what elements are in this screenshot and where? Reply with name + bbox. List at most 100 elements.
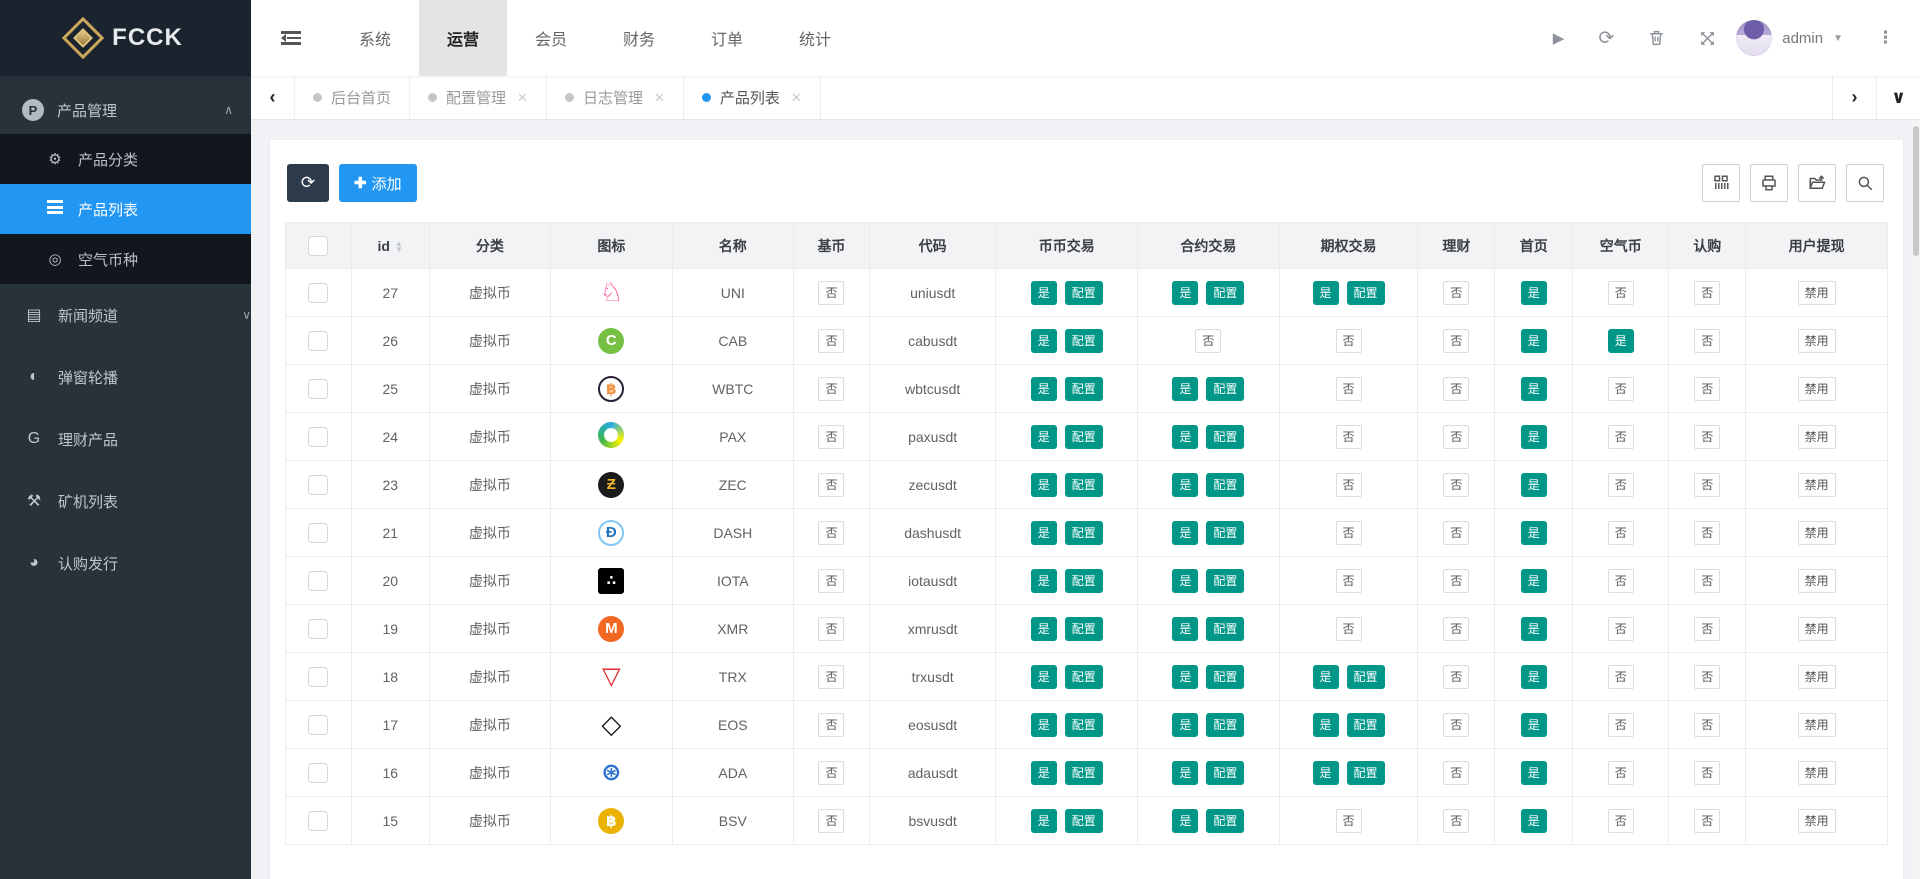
badge-config[interactable]: 配置 [1347,665,1385,689]
badge-no[interactable]: 否 [1608,617,1634,641]
badge-no[interactable]: 否 [1694,617,1720,641]
badge-no[interactable]: 否 [1608,377,1634,401]
badge-no[interactable]: 否 [1608,809,1634,833]
refresh-table-button[interactable]: ⟳ [287,164,329,202]
badge-yes[interactable]: 是 [1521,569,1547,593]
badge-yes[interactable]: 是 [1031,521,1057,545]
badge-no[interactable]: 否 [1336,521,1362,545]
badge-disabled[interactable]: 禁用 [1798,761,1836,785]
badge-yes[interactable]: 是 [1172,713,1198,737]
badge-yes[interactable]: 是 [1031,713,1057,737]
play-icon[interactable]: ▶ [1553,29,1565,47]
open-tab-后台首页[interactable]: 后台首页 [295,76,410,119]
row-checkbox[interactable] [308,667,328,687]
badge-yes[interactable]: 是 [1521,473,1547,497]
tabs-scroll-right-button[interactable]: › [1832,76,1876,119]
badge-config[interactable]: 配置 [1065,809,1103,833]
badge-disabled[interactable]: 禁用 [1798,377,1836,401]
badge-config[interactable]: 配置 [1206,281,1244,305]
badge-no[interactable]: 否 [1336,329,1362,353]
export-button[interactable] [1798,164,1836,202]
badge-config[interactable]: 配置 [1206,809,1244,833]
badge-no[interactable]: 否 [1443,761,1469,785]
badge-yes[interactable]: 是 [1521,377,1547,401]
close-icon[interactable]: ✕ [517,90,528,106]
badge-yes[interactable]: 是 [1313,281,1339,305]
badge-yes[interactable]: 是 [1521,425,1547,449]
badge-yes[interactable]: 是 [1031,377,1057,401]
badge-yes[interactable]: 是 [1521,665,1547,689]
badge-no[interactable]: 否 [1694,761,1720,785]
badge-config[interactable]: 配置 [1065,281,1103,305]
badge-no[interactable]: 否 [818,521,844,545]
badge-no[interactable]: 否 [818,569,844,593]
badge-no[interactable]: 否 [1608,281,1634,305]
badge-config[interactable]: 配置 [1065,761,1103,785]
badge-no[interactable]: 否 [1443,473,1469,497]
open-tab-配置管理[interactable]: 配置管理✕ [410,76,547,119]
badge-yes[interactable]: 是 [1521,521,1547,545]
badge-config[interactable]: 配置 [1347,761,1385,785]
badge-no[interactable]: 否 [1195,329,1221,353]
badge-no[interactable]: 否 [1336,425,1362,449]
nav-tab-财务[interactable]: 财务 [595,0,683,76]
badge-no[interactable]: 否 [818,665,844,689]
badge-disabled[interactable]: 禁用 [1798,425,1836,449]
badge-yes[interactable]: 是 [1172,761,1198,785]
badge-no[interactable]: 否 [818,617,844,641]
badge-no[interactable]: 否 [1443,281,1469,305]
badge-yes[interactable]: 是 [1031,425,1057,449]
badge-disabled[interactable]: 禁用 [1798,617,1836,641]
badge-disabled[interactable]: 禁用 [1798,569,1836,593]
badge-no[interactable]: 否 [818,329,844,353]
row-checkbox[interactable] [308,379,328,399]
sidebar-item-产品列表[interactable]: 产品列表 [0,184,251,234]
close-icon[interactable]: ✕ [654,90,665,106]
badge-yes[interactable]: 是 [1031,809,1057,833]
badge-no[interactable]: 否 [1443,713,1469,737]
badge-yes[interactable]: 是 [1521,281,1547,305]
badge-yes[interactable]: 是 [1172,377,1198,401]
sidebar-item-矿机列表[interactable]: ⚒矿机列表 [0,470,251,532]
close-icon[interactable]: ✕ [791,90,802,106]
badge-config[interactable]: 配置 [1065,329,1103,353]
tabs-dropdown-button[interactable]: ∨ [1876,76,1920,119]
sidebar-item-产品分类[interactable]: ⚙产品分类 [0,134,251,184]
badge-yes[interactable]: 是 [1031,569,1057,593]
badge-no[interactable]: 否 [1608,761,1634,785]
row-checkbox[interactable] [308,475,328,495]
badge-yes[interactable]: 是 [1313,665,1339,689]
row-checkbox[interactable] [308,715,328,735]
badge-disabled[interactable]: 禁用 [1798,281,1836,305]
nav-tab-会员[interactable]: 会员 [507,0,595,76]
badge-yes[interactable]: 是 [1313,713,1339,737]
open-tab-产品列表[interactable]: 产品列表✕ [684,76,821,119]
badge-no[interactable]: 否 [1608,425,1634,449]
badge-no[interactable]: 否 [1608,665,1634,689]
badge-no[interactable]: 否 [1694,473,1720,497]
row-checkbox[interactable] [308,619,328,639]
badge-no[interactable]: 否 [1336,473,1362,497]
badge-config[interactable]: 配置 [1206,377,1244,401]
badge-no[interactable]: 否 [1694,281,1720,305]
badge-no[interactable]: 否 [818,281,844,305]
badge-no[interactable]: 否 [1443,569,1469,593]
badge-yes[interactable]: 是 [1521,761,1547,785]
badge-config[interactable]: 配置 [1206,521,1244,545]
badge-yes[interactable]: 是 [1172,281,1198,305]
badge-no[interactable]: 否 [818,809,844,833]
badge-disabled[interactable]: 禁用 [1798,473,1836,497]
badge-config[interactable]: 配置 [1206,761,1244,785]
badge-yes[interactable]: 是 [1521,809,1547,833]
badge-yes[interactable]: 是 [1031,329,1057,353]
badge-yes[interactable]: 是 [1031,473,1057,497]
badge-yes[interactable]: 是 [1521,617,1547,641]
open-tab-日志管理[interactable]: 日志管理✕ [547,76,684,119]
badge-no[interactable]: 否 [1694,713,1720,737]
badge-yes[interactable]: 是 [1608,329,1634,353]
nav-tab-订单[interactable]: 订单 [683,0,771,76]
columns-toggle-button[interactable] [1702,164,1740,202]
page-scrollbar[interactable] [1912,120,1920,879]
nav-tab-统计[interactable]: 统计 [771,0,859,76]
badge-no[interactable]: 否 [1608,713,1634,737]
